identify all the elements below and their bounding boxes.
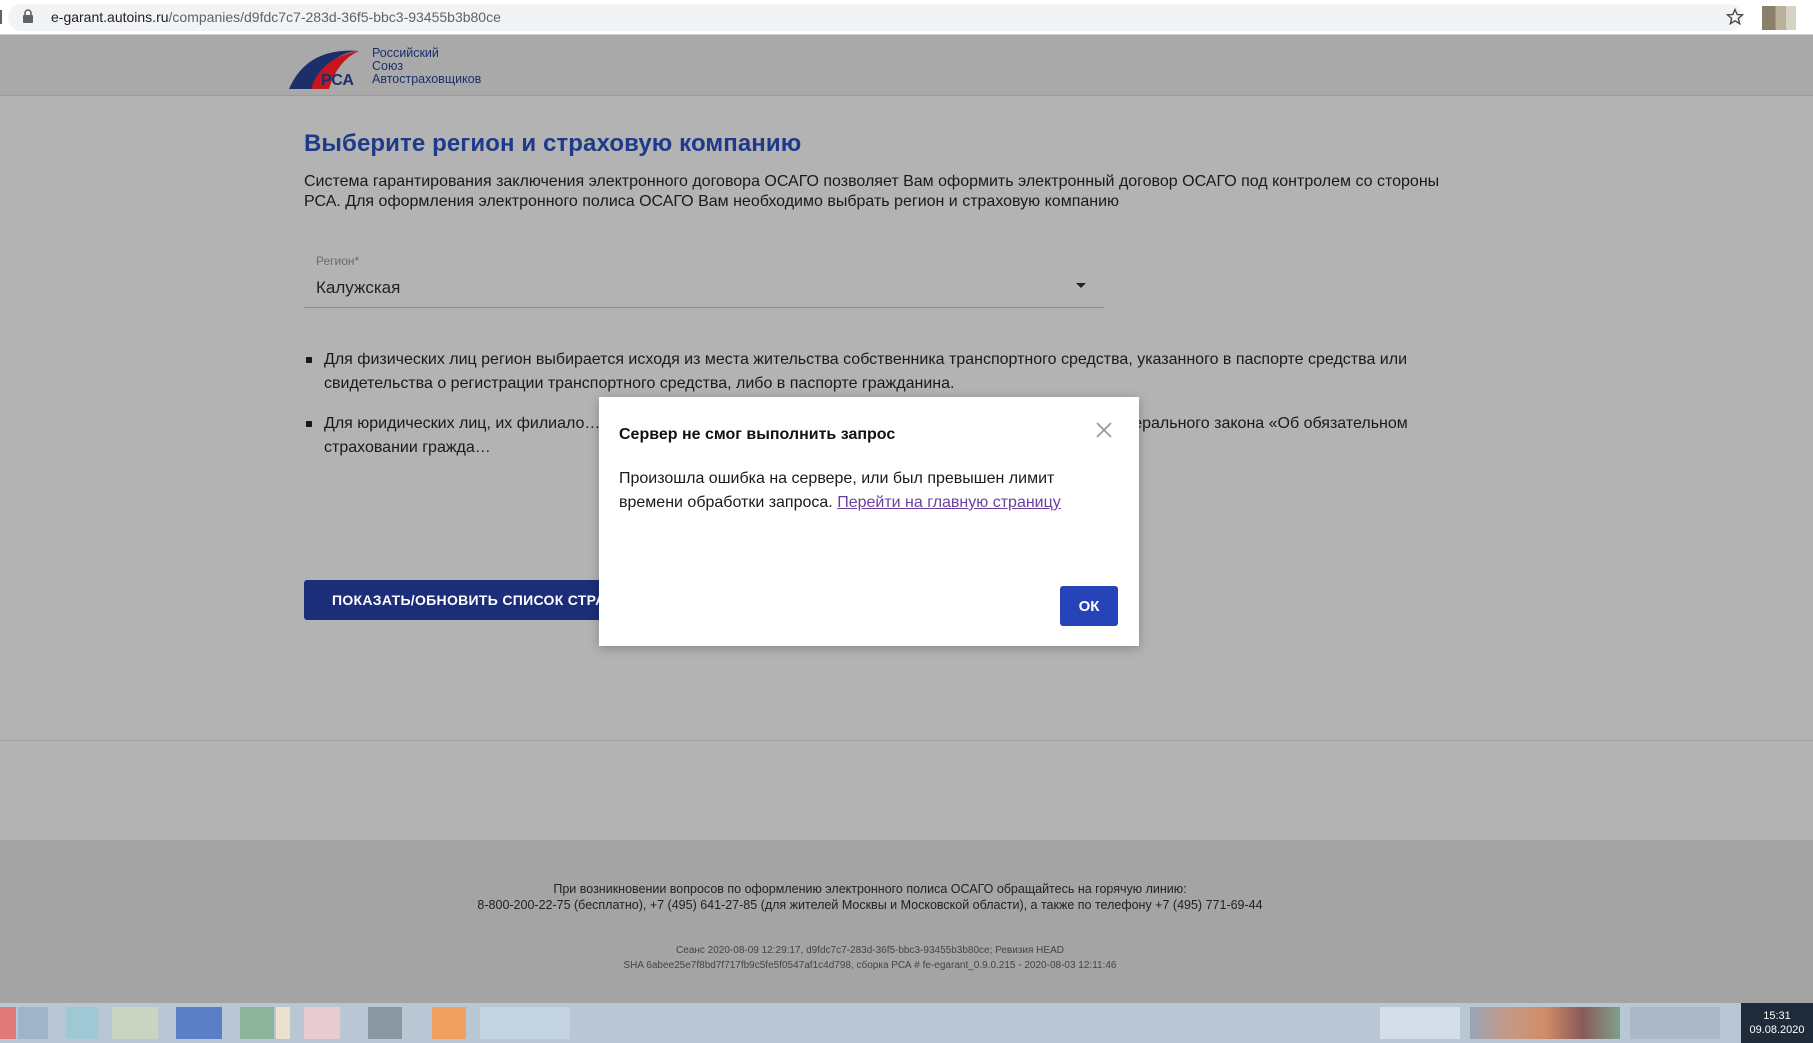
note-text: Для физических лиц регион выбирается исх… (324, 351, 1407, 392)
site-header: РСА Российский Союз Автостраховщиков (0, 35, 1813, 96)
hotline-phones: 8-800-200-22-75 (бесплатно), +7 (495) 64… (477, 898, 1263, 912)
taskbar-app-icon[interactable] (1380, 1007, 1460, 1039)
lock-icon (23, 9, 33, 23)
note-item: Для физических лиц регион выбирается исх… (304, 348, 1444, 396)
taskbar-app-icon[interactable] (18, 1007, 48, 1039)
region-select[interactable]: Регион* Калужская (304, 250, 1104, 308)
taskbar-app-icon[interactable] (66, 1007, 98, 1039)
bullet-icon (306, 357, 312, 363)
taskbar-app-icon[interactable] (480, 1007, 570, 1039)
dropdown-arrow-icon[interactable] (1076, 283, 1086, 288)
content-divider (0, 740, 1813, 741)
ok-button[interactable]: ОК (1060, 586, 1118, 626)
rsa-logo[interactable]: РСА Российский Союз Автостраховщиков (287, 45, 487, 91)
clock-date: 09.08.2020 (1749, 1024, 1805, 1036)
build-info: SHA 6abee25e7f8bd7f717fb9c5fe5f0547af1c4… (623, 960, 1117, 971)
region-value: Калужская (316, 278, 401, 297)
browser-address-bar: e-garant.autoins.ru/companies/d9fdc7c7-2… (0, 0, 1813, 35)
url-host: e-garant.autoins.ru (51, 9, 169, 25)
profile-avatar[interactable] (1762, 6, 1796, 30)
intro-text: Система гарантирования заключения электр… (304, 173, 1440, 210)
back-button-fragment[interactable] (0, 10, 4, 24)
clock-time: 15:31 (1763, 1010, 1791, 1022)
taskbar-app-icon[interactable] (0, 1007, 16, 1039)
logo-line-3: Автостраховщиков (372, 72, 482, 86)
bookmark-star-icon[interactable] (1725, 7, 1745, 27)
url-text[interactable]: e-garant.autoins.ru/companies/d9fdc7c7-2… (51, 9, 501, 25)
dialog-title: Сервер не смог выполнить запрос (619, 426, 896, 443)
close-icon[interactable] (1095, 421, 1113, 439)
rsa-logo-mark-icon: РСА (289, 50, 359, 89)
taskbar-clock[interactable]: 15:31 09.08.2020 (1741, 1003, 1813, 1043)
session-info: Сеанс 2020-08-09 12:29:17, d9fdc7c7-283d… (676, 945, 1064, 956)
show-companies-button[interactable]: ПОКАЗАТЬ/ОБНОВИТЬ СПИСОК СТРАХ (304, 580, 634, 620)
logo-abbr: РСА (321, 72, 354, 89)
dialog-message: Произошла ошибка на сервере, или был пре… (619, 467, 1099, 515)
error-dialog: Сервер не смог выполнить запрос Произошл… (599, 397, 1139, 646)
taskbar-app-icon[interactable] (368, 1007, 402, 1039)
page-title: Выберите регион и страховую компанию (304, 130, 802, 157)
taskbar-app-icon[interactable] (276, 1007, 290, 1039)
bullet-icon (306, 421, 312, 427)
logo-text: Российский Союз Автостраховщиков (372, 47, 481, 86)
taskbar-app-icon[interactable] (176, 1007, 222, 1039)
taskbar-app-icon[interactable] (304, 1007, 340, 1039)
taskbar-app-icon[interactable] (112, 1007, 158, 1039)
taskbar-app-icon[interactable] (240, 1007, 274, 1039)
go-home-link[interactable]: Перейти на главную страницу (837, 494, 1061, 511)
url-path: /companies/d9fdc7c7-283d-36f5-bbc3-93455… (168, 9, 501, 25)
footer: При возникновении вопросов по оформлению… (0, 840, 1813, 1003)
taskbar-app-icon[interactable] (432, 1007, 466, 1039)
hotline-intro: При возникновении вопросов по оформлению… (553, 882, 1187, 896)
region-label: Регион* (316, 254, 360, 268)
taskbar-tray-icons[interactable] (1470, 1007, 1620, 1039)
os-taskbar: 15:31 09.08.2020 (0, 1003, 1813, 1043)
taskbar-tray-icons[interactable] (1630, 1007, 1720, 1039)
